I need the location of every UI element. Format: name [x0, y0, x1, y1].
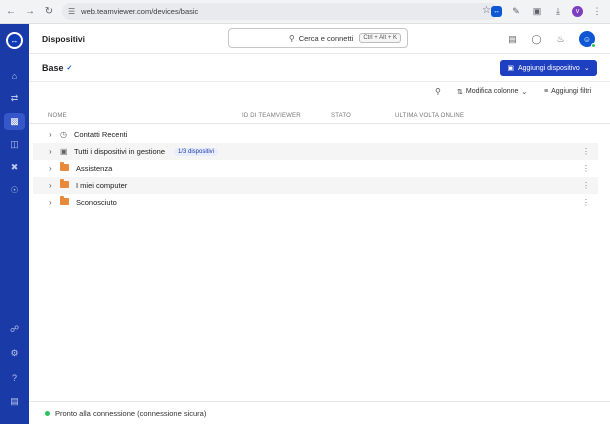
status-text: Pronto alla connessione (connessione sic… [55, 408, 207, 418]
address-bar[interactable]: ☰ web.teamviewer.com/devices/basic ☆ [62, 3, 498, 20]
user-avatar[interactable]: ☺ [579, 31, 596, 48]
edit-columns-label: Modifica colonne [465, 88, 519, 95]
help-icon[interactable]: ? [4, 369, 25, 386]
search-icon: ⚲ [288, 33, 295, 43]
logo-arrows-icon: ↔ [8, 34, 21, 47]
chevron-down-icon: ✓ [66, 65, 73, 72]
back-icon[interactable]: ← [3, 4, 19, 20]
table-header: NOME ID DI TEAMVIEWER STATO ULTIMA VOLTA… [29, 110, 610, 124]
notification-bell-icon[interactable]: ♨ [555, 34, 566, 45]
extensions-icon[interactable]: ✎ [509, 4, 523, 18]
row-label: Tutti i dispositivi in gestione [74, 147, 166, 156]
url-text: web.teamviewer.com/devices/basic [81, 7, 199, 16]
filter-icon: ≡ [544, 88, 549, 95]
settings-gear-icon[interactable]: ⚙ [4, 345, 25, 362]
more-options-icon[interactable]: ⋮ [582, 198, 590, 207]
table-row[interactable]: › Assistenza ⋮ [33, 160, 598, 177]
table-row[interactable]: › ▣ Tutti i dispositivi in gestione 1/3 … [33, 143, 598, 160]
devices-icon[interactable]: ▩ [4, 113, 25, 130]
table-toolbar: ⚲ ⇅ Modifica colonne ⌄ ≡ Aggiungi filtri [29, 84, 610, 102]
add-filters-button[interactable]: ≡ Aggiungi filtri [544, 88, 591, 95]
add-device-button[interactable]: ▣ Aggiungi dispositivo ⌄ [500, 60, 597, 76]
column-header-status[interactable]: STATO [331, 113, 351, 119]
row-label: Contatti Recenti [74, 130, 128, 139]
assist-icon[interactable]: ☉ [4, 182, 25, 199]
connection-status-bar: Pronto alla connessione (connessione sic… [29, 401, 610, 424]
table-row[interactable]: › ◷ Contatti Recenti [33, 126, 598, 143]
report-icon[interactable]: ▤ [507, 34, 518, 45]
add-filters-label: Aggiungi filtri [551, 88, 592, 95]
clock-icon: ◷ [60, 130, 67, 139]
home-icon[interactable]: ⌂ [4, 67, 25, 84]
user-icon: ☺ [582, 34, 592, 44]
table-search-icon[interactable]: ⚲ [435, 87, 441, 96]
folder-icon [60, 162, 69, 173]
edit-columns-button[interactable]: ⇅ Modifica colonne ⌄ [457, 88, 527, 96]
online-status-dot [591, 43, 596, 48]
row-label: Sconosciuto [76, 198, 117, 207]
more-options-icon[interactable]: ⋮ [582, 164, 590, 173]
group-selector[interactable]: Base ✓ [42, 63, 72, 73]
column-header-id[interactable]: ID DI TEAMVIEWER [242, 113, 301, 119]
folder-icon [60, 179, 69, 190]
monitor-icon[interactable]: ◫ [4, 136, 25, 153]
chevron-right-icon[interactable]: › [49, 164, 52, 173]
chevron-right-icon[interactable]: › [49, 198, 52, 207]
add-device-label: Aggiungi dispositivo [517, 64, 580, 72]
group-title: Base [42, 63, 64, 73]
managed-devices-icon: ▣ [60, 147, 68, 156]
left-nav-rail: ↔ ⌂ ⇄ ▩ ◫ ✖ ☉ ☍ ⚙ ? ▤ [0, 24, 29, 424]
reload-icon[interactable]: ↻ [41, 4, 57, 20]
more-options-icon[interactable]: ⋮ [582, 147, 590, 156]
chevron-right-icon[interactable]: › [49, 130, 52, 139]
status-dot [45, 410, 50, 416]
more-options-icon[interactable]: ⋮ [582, 181, 590, 190]
row-label: I miei computer [76, 181, 128, 190]
teamviewer-extension-icon[interactable]: ↔ [491, 5, 502, 17]
collapse-sidebar-icon[interactable]: ▤ [4, 393, 25, 410]
device-count-badge: 1/3 dispositivi [174, 147, 219, 156]
search-label: Cerca e connetti [298, 33, 354, 43]
row-label: Assistenza [76, 164, 113, 173]
group-header: Base ✓ ▣ Aggiungi dispositivo ⌄ [29, 54, 610, 82]
side-panel-icon[interactable]: ▣ [530, 4, 544, 18]
add-device-icon: ▣ [507, 65, 514, 72]
columns-icon: ⇅ [457, 89, 463, 96]
bookmark-star-icon[interactable]: ☆ [482, 5, 491, 16]
profile-avatar[interactable]: v [572, 5, 583, 17]
download-icon[interactable]: ⤓ [551, 4, 565, 18]
forward-icon[interactable]: → [22, 4, 38, 20]
integrations-icon[interactable]: ☍ [4, 321, 25, 338]
chat-icon[interactable]: ◯ [531, 34, 542, 45]
teamviewer-logo[interactable]: ↔ [6, 32, 23, 49]
chevron-right-icon[interactable]: › [49, 181, 52, 190]
tools-icon[interactable]: ✖ [4, 159, 25, 176]
column-header-last-online[interactable]: ULTIMA VOLTA ONLINE [395, 113, 464, 119]
page-title: Dispositivi [42, 34, 85, 44]
browser-menu-icon[interactable]: ⋮ [590, 4, 604, 18]
site-settings-icon[interactable]: ☰ [68, 7, 75, 16]
table-row[interactable]: › I miei computer ⋮ [33, 177, 598, 194]
search-connect-field[interactable]: ⚲ Cerca e connetti Ctrl + Alt + K [228, 28, 408, 48]
search-shortcut: Ctrl + Alt + K [359, 33, 401, 43]
connect-icon[interactable]: ⇄ [4, 90, 25, 107]
chevron-down-icon: ⌄ [583, 65, 590, 72]
folder-icon [60, 196, 69, 207]
table-row[interactable]: › Sconosciuto ⋮ [33, 194, 598, 211]
app-header: Dispositivi ⚲ Cerca e connetti Ctrl + Al… [29, 24, 610, 54]
chevron-right-icon[interactable]: › [49, 147, 52, 156]
browser-toolbar: ← → ↻ ☰ web.teamviewer.com/devices/basic… [0, 0, 610, 24]
chevron-down-icon: ⌄ [521, 89, 528, 96]
column-header-name[interactable]: NOME [48, 113, 67, 119]
